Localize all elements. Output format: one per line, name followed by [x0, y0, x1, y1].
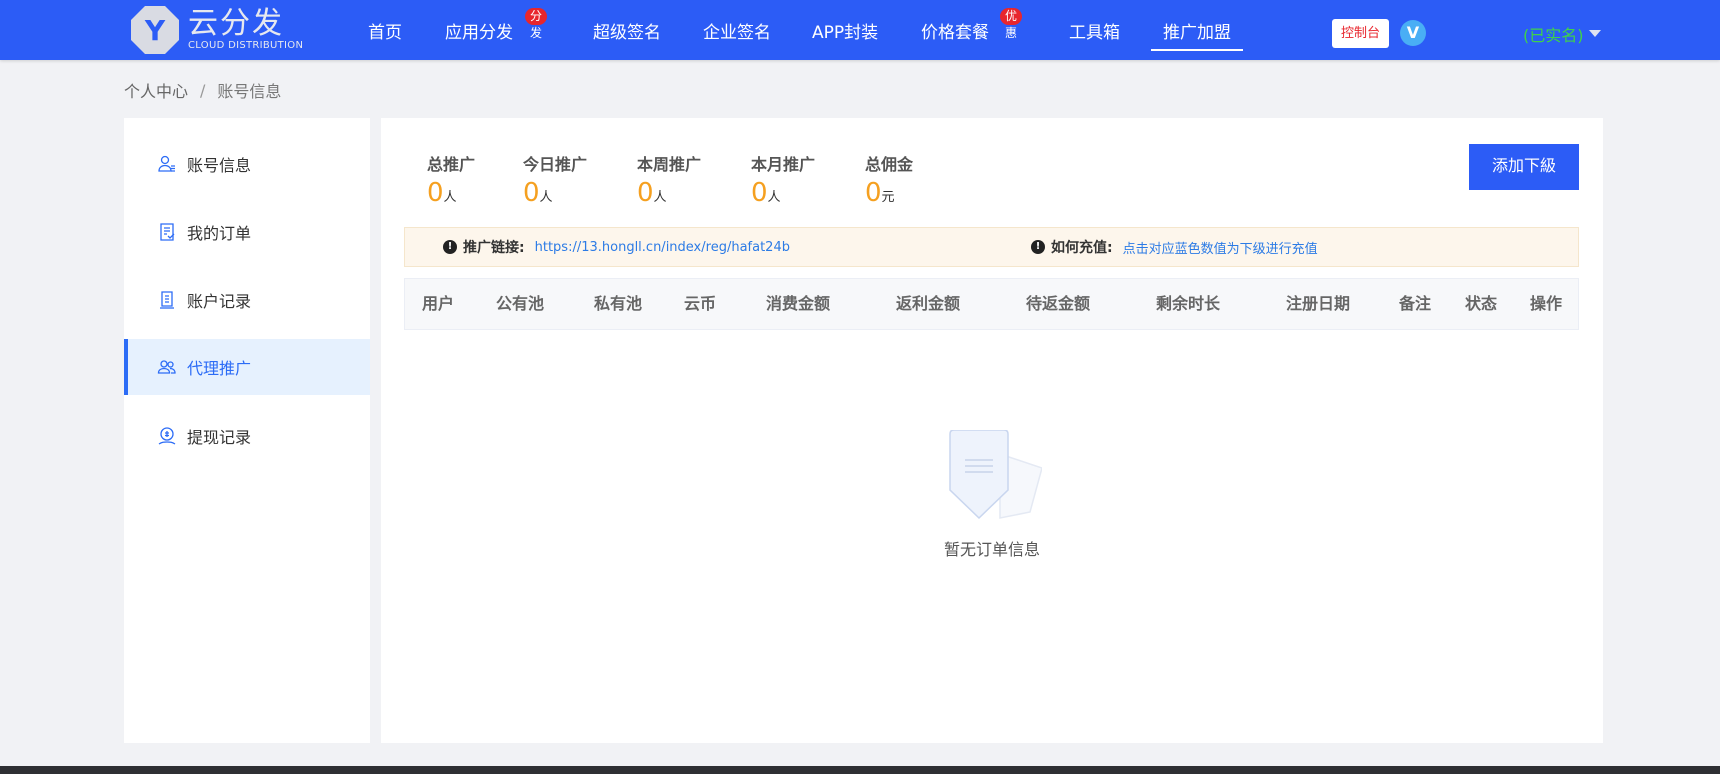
stat-unit: 人 [539, 190, 553, 205]
sidebar: 账号信息 我的订单 账户记录 代理推广 提现记录 [124, 118, 370, 743]
stat-label: 今日推广 [523, 155, 588, 174]
column-header: 剩余时长 [1156, 294, 1221, 313]
table-header: 用户 公有池 私有池 云币 消费金额 返利金额 待返金额 剩余时长 注册日期 备… [404, 278, 1579, 330]
sidebar-item-label: 提现记录 [187, 428, 252, 447]
stat-unit: 人 [653, 190, 667, 205]
stat-unit: 人 [767, 190, 781, 205]
nav-pricing[interactable]: 价格套餐 [921, 0, 989, 60]
sidebar-item-label: 我的订单 [187, 224, 252, 243]
sidebar-item-orders[interactable]: 我的订单 [124, 204, 370, 260]
promo-link-label: 推广链接: [463, 240, 525, 256]
sidebar-item-label: 代理推广 [187, 359, 252, 378]
logo-subtitle: CLOUD DISTRIBUTION [188, 40, 304, 51]
recharge-label: 如何充值: [1051, 240, 1113, 256]
group-icon [157, 357, 177, 377]
empty-document-icon [949, 430, 1042, 520]
breadcrumb: 个人中心 / 账号信息 [124, 78, 281, 102]
logo-mark: Y [131, 6, 179, 54]
stat-today: 今日推广 0人 [523, 151, 637, 207]
breadcrumb-separator: / [200, 80, 206, 100]
sidebar-item-withdraw[interactable]: 提现记录 [124, 408, 370, 464]
nav-badge-distribution: 分发 [525, 8, 548, 40]
breadcrumb-current: 账号信息 [217, 82, 282, 101]
column-header: 状态 [1465, 294, 1498, 313]
chevron-down-icon[interactable] [1589, 30, 1601, 37]
nav-app-wrap[interactable]: APP封装 [812, 0, 878, 60]
info-icon: ! [443, 240, 457, 254]
nav-super-signature[interactable]: 超级签名 [593, 0, 661, 60]
withdraw-icon [157, 426, 177, 446]
sidebar-item-label: 账号信息 [187, 156, 252, 175]
top-navbar: Y 云分发 CLOUD DISTRIBUTION 首页 应用分发 分发 超级签名… [0, 0, 1720, 60]
stat-unit: 元 [881, 190, 895, 205]
stat-value: 0 [637, 178, 654, 208]
recharge-hint: 点击对应蓝色数值为下级进行充值 [1122, 241, 1318, 257]
column-header: 注册日期 [1286, 294, 1351, 313]
nav-badge-discount: 优惠 [1000, 8, 1023, 40]
column-header: 操作 [1530, 294, 1563, 313]
stat-label: 总推广 [427, 155, 476, 174]
stat-label: 本月推广 [751, 155, 816, 174]
column-header: 备注 [1399, 294, 1432, 313]
column-header: 公有池 [496, 294, 545, 313]
stat-label: 本周推广 [637, 155, 702, 174]
breadcrumb-root[interactable]: 个人中心 [124, 78, 188, 102]
column-header: 用户 [422, 294, 455, 313]
stat-value: 0 [751, 178, 768, 208]
logo[interactable]: Y 云分发 CLOUD DISTRIBUTION [130, 4, 303, 56]
console-button[interactable]: 控制台 [1332, 19, 1389, 48]
column-header: 待返金额 [1026, 294, 1091, 313]
user-status[interactable]: (已实名) [1523, 22, 1584, 46]
stat-week: 本周推广 0人 [637, 151, 751, 207]
column-header: 云币 [684, 294, 717, 313]
nav-promotion[interactable]: 推广加盟 [1151, 0, 1243, 60]
empty-message: 暂无订单信息 [943, 540, 1040, 559]
user-icon [157, 154, 177, 174]
record-icon [157, 290, 177, 310]
order-icon [157, 222, 177, 242]
nav-home[interactable]: 首页 [368, 0, 402, 60]
stat-commission: 总佣金 0元 [865, 151, 965, 207]
logo-name: 云分发 [188, 6, 284, 41]
column-header: 返利金额 [896, 294, 961, 313]
footer-bar [0, 766, 1720, 774]
info-icon: ! [1031, 240, 1045, 254]
nav-toolbox[interactable]: 工具箱 [1069, 0, 1120, 60]
nav-enterprise-signature[interactable]: 企业签名 [703, 0, 771, 60]
sidebar-item-records[interactable]: 账户记录 [124, 272, 370, 328]
sidebar-item-account[interactable]: 账号信息 [124, 136, 370, 192]
stat-value: 0 [865, 178, 882, 208]
stat-unit: 人 [443, 190, 457, 205]
stat-total: 总推广 0人 [427, 151, 523, 207]
notice-bar: ! 推广链接: https://13.hongll.cn/index/reg/h… [404, 227, 1579, 267]
vip-icon[interactable]: V [1400, 20, 1426, 46]
stat-value: 0 [427, 178, 444, 208]
stat-month: 本月推广 0人 [751, 151, 865, 207]
sidebar-item-agent-promotion[interactable]: 代理推广 [124, 339, 370, 395]
nav-app-distribution[interactable]: 应用分发 [445, 0, 513, 60]
stat-value: 0 [523, 178, 540, 208]
stat-label: 总佣金 [865, 155, 914, 174]
sidebar-item-label: 账户记录 [187, 292, 252, 311]
promo-link[interactable]: https://13.hongll.cn/index/reg/hafat24b [535, 240, 790, 255]
column-header: 私有池 [594, 294, 643, 313]
promotion-stats: 总推广 0人 今日推广 0人 本周推广 0人 本月推广 0人 总佣金 0元 [427, 151, 965, 207]
column-header: 消费金额 [766, 294, 831, 313]
empty-state: 暂无订单信息 [381, 430, 1603, 560]
add-subordinate-button[interactable]: 添加下級 [1469, 144, 1579, 190]
main-panel: 总推广 0人 今日推广 0人 本周推广 0人 本月推广 0人 总佣金 0元 添加… [381, 118, 1603, 743]
